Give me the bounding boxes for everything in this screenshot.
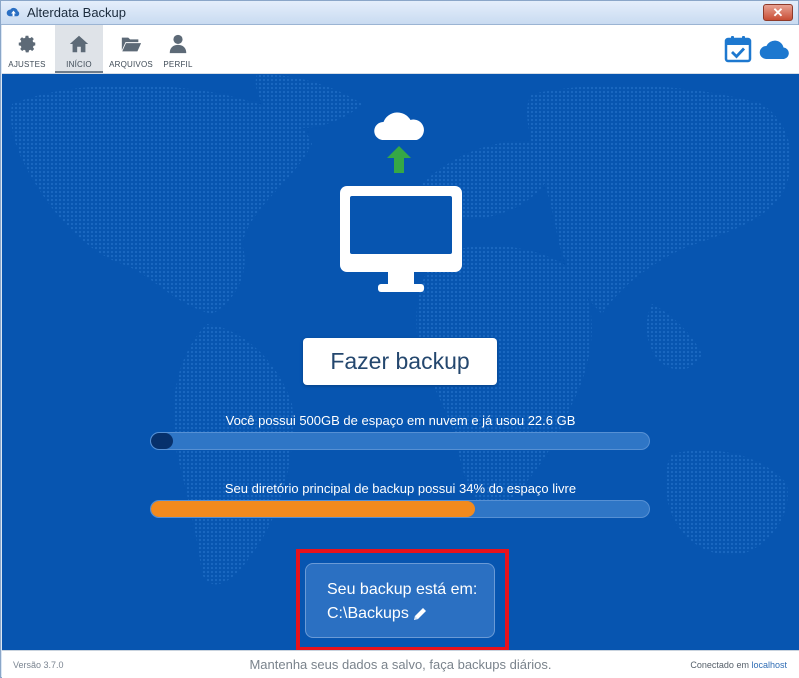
backup-location-title: Seu backup está em: xyxy=(327,581,478,598)
disk-space-text: Seu diretório principal de backup possui… xyxy=(224,481,577,496)
tab-perfil[interactable]: PERFIL xyxy=(158,25,198,73)
tab-arquivos-label: ARQUIVOS xyxy=(109,60,153,69)
main-panel: Fazer backup Você possui 500GB de espaço… xyxy=(2,74,799,650)
cloud-usage-bar xyxy=(150,432,650,450)
tab-ajustes-label: AJUSTES xyxy=(8,60,46,69)
user-icon xyxy=(169,34,187,54)
status-bar: Versão 3.7.0 Mantenha seus dados a salvo… xyxy=(2,650,799,678)
close-button[interactable]: ✕ xyxy=(763,4,793,21)
tab-inicio-label: INÍCIO xyxy=(66,60,92,69)
cloud-upload-icon xyxy=(374,112,424,173)
connection-status: Conectado em localhost xyxy=(690,660,787,670)
app-logo-icon xyxy=(6,7,20,17)
tab-inicio[interactable]: INÍCIO xyxy=(55,25,103,73)
computer-monitor-icon xyxy=(340,186,462,292)
connection-prefix: Conectado em xyxy=(690,660,749,670)
app-window: Alterdata Backup ✕ AJUSTES INÍCIO ARQUIV… xyxy=(0,0,799,678)
cloud-usage-fill xyxy=(151,433,174,449)
cloud-usage-text: Você possui 500GB de espaço em nuvem e j… xyxy=(225,413,576,428)
connection-host-link[interactable]: localhost xyxy=(751,660,787,670)
backup-location-path: C:\Backups xyxy=(327,605,409,622)
tab-perfil-label: PERFIL xyxy=(163,60,193,69)
toolbar: AJUSTES INÍCIO ARQUIVOS PERFIL xyxy=(2,25,799,74)
pencil-icon[interactable] xyxy=(412,606,428,622)
backup-location-card[interactable]: Seu backup está em: C:\Backups xyxy=(305,563,495,638)
window-title: Alterdata Backup xyxy=(27,5,127,20)
disk-space-bar xyxy=(150,500,650,518)
gear-icon xyxy=(18,35,36,53)
tab-ajustes[interactable]: AJUSTES xyxy=(2,25,52,73)
title-bar: Alterdata Backup ✕ xyxy=(1,1,798,25)
home-icon xyxy=(69,35,89,53)
folder-icon xyxy=(121,37,142,52)
tab-arquivos[interactable]: ARQUIVOS xyxy=(106,25,156,73)
slogan-text: Mantenha seus dados a salvo, faça backup… xyxy=(249,657,552,672)
backup-button[interactable]: Fazer backup xyxy=(303,338,497,385)
cloud-icon[interactable] xyxy=(758,35,792,63)
disk-space-fill xyxy=(151,501,475,517)
calendar-check-icon[interactable] xyxy=(724,35,752,63)
